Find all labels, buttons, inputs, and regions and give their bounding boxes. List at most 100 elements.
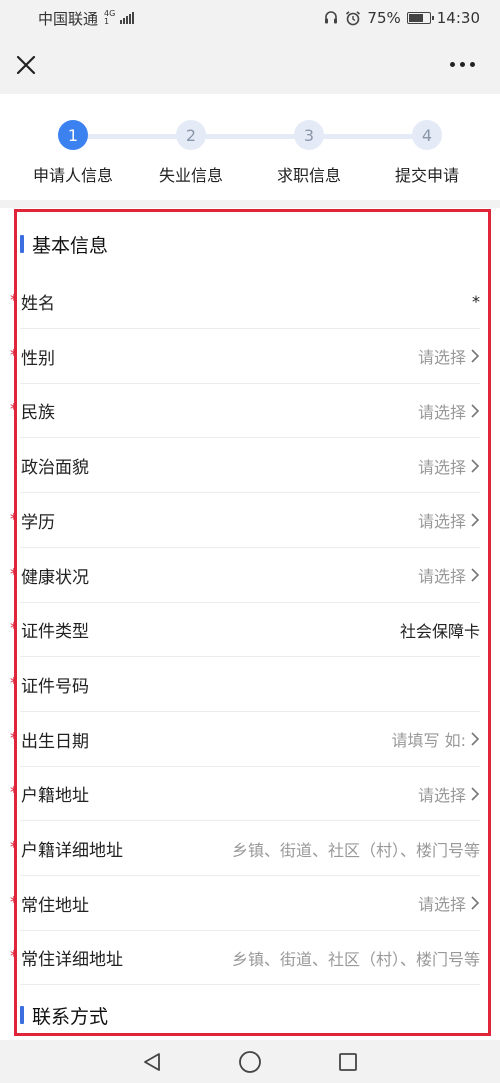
form-row[interactable]: * 姓名 * bbox=[0, 274, 500, 329]
chevron-right-icon bbox=[471, 404, 480, 418]
step-label: 失业信息 bbox=[158, 166, 223, 185]
section-marker bbox=[20, 1006, 24, 1024]
field-value-text: 请选择 bbox=[417, 785, 466, 805]
battery-level bbox=[408, 14, 424, 22]
field-value-text: 乡镇、街道、社区（村）、楼门号等 bbox=[231, 840, 480, 860]
field-value[interactable]: * bbox=[472, 292, 480, 311]
close-icon bbox=[16, 55, 36, 75]
form-row[interactable]: * 证件类型 社会保障卡 bbox=[0, 602, 500, 658]
network-type-bottom: 1 bbox=[104, 17, 110, 26]
field-label: 证件类型 bbox=[21, 622, 89, 643]
form-row[interactable]: * 学历 请选择 bbox=[0, 493, 500, 548]
form-row[interactable]: * 证件号码 bbox=[0, 657, 500, 712]
step-label: 求职信息 bbox=[276, 166, 341, 185]
form-row[interactable]: * 常住详细地址 乡镇、街道、社区（村）、楼门号等 bbox=[0, 930, 500, 986]
step-label: 申请人信息 bbox=[32, 166, 113, 185]
field-value[interactable]: 请选择 bbox=[418, 399, 480, 423]
recent-apps-button[interactable] bbox=[334, 1048, 362, 1076]
field-value[interactable]: 请选择 bbox=[418, 454, 480, 478]
signal-icon bbox=[120, 12, 135, 24]
field-value-text: * bbox=[472, 292, 480, 311]
home-circle-icon bbox=[239, 1050, 261, 1073]
required-mark: * bbox=[10, 783, 18, 802]
form-row[interactable]: * 常住地址 请选择 bbox=[0, 876, 500, 931]
battery-percent: 75% bbox=[367, 9, 401, 27]
field-label: 政治面貌 bbox=[21, 458, 89, 479]
step-number: 4 bbox=[412, 120, 442, 150]
form-row[interactable]: * 户籍地址 请选择 bbox=[0, 766, 500, 822]
field-value[interactable]: 请选择 bbox=[418, 563, 480, 587]
close-button[interactable] bbox=[10, 49, 42, 81]
required-mark: * bbox=[10, 564, 18, 583]
required-mark: * bbox=[10, 892, 18, 911]
section-title: 联系方式 bbox=[32, 1005, 109, 1028]
alarm-icon bbox=[346, 11, 361, 26]
required-mark: * bbox=[10, 838, 18, 856]
back-button[interactable] bbox=[138, 1048, 166, 1076]
chevron-right-icon bbox=[471, 732, 480, 746]
network-type: 4G 1 bbox=[104, 10, 115, 26]
step-number: 2 bbox=[176, 120, 206, 150]
chevron-right-icon bbox=[471, 787, 480, 801]
field-value[interactable]: 请选择 bbox=[418, 508, 480, 532]
field-label: 户籍详细地址 bbox=[21, 841, 123, 861]
section-title: 基本信息 bbox=[32, 234, 109, 257]
field-value-text: 请填写 如: bbox=[391, 731, 466, 751]
step-2: 2 失业信息 bbox=[131, 120, 251, 186]
field-value[interactable]: 请填写 如: bbox=[392, 727, 480, 751]
field-label: 学历 bbox=[21, 512, 55, 533]
field-value[interactable]: 乡镇、街道、社区（村）、楼门号等 bbox=[232, 837, 480, 861]
field-label: 民族 bbox=[21, 403, 55, 424]
chevron-right-icon bbox=[471, 349, 480, 363]
field-label: 户籍地址 bbox=[21, 786, 89, 807]
field-value[interactable]: 乡镇、街道、社区（村）、楼门号等 bbox=[232, 946, 480, 970]
form-row[interactable]: 政治面貌 请选择 bbox=[0, 438, 500, 494]
status-left: 中国联通 4G 1 bbox=[38, 8, 135, 29]
form-row[interactable]: * 民族 请选择 bbox=[0, 383, 500, 439]
applicant-form: 基本信息 * 姓名 * * 性别 请选择 * 民族 请选择 政治面貌 请选择 * 学历 请选择 * 健康状况请… bbox=[0, 208, 500, 1040]
form-row[interactable]: * 出生日期 请填写 如: bbox=[0, 712, 500, 767]
field-value[interactable]: 请选择 bbox=[418, 344, 480, 368]
field-value-text: 请选择 bbox=[417, 567, 466, 586]
step-1: 1 申请人信息 bbox=[13, 120, 133, 186]
status-bar: 中国联通 4G 1 75% 14:30 bbox=[0, 0, 500, 36]
more-icon bbox=[460, 61, 465, 67]
field-label: 常住详细地址 bbox=[21, 950, 123, 971]
field-value-text: 请选择 bbox=[417, 895, 466, 915]
battery-icon bbox=[406, 12, 434, 24]
status-right: 75% 14:30 bbox=[323, 9, 480, 27]
field-value-text: 请选择 bbox=[417, 402, 466, 422]
more-icon bbox=[450, 61, 455, 67]
chevron-right-icon bbox=[471, 568, 480, 582]
field-value-text: 请选择 bbox=[417, 457, 466, 477]
title-bar bbox=[0, 36, 500, 94]
form-row[interactable]: * 性别 请选择 bbox=[0, 329, 500, 384]
field-label: 健康状况 bbox=[21, 567, 89, 588]
headset-icon bbox=[325, 11, 338, 24]
chevron-right-icon bbox=[471, 459, 480, 473]
recent-square-icon bbox=[339, 1052, 357, 1071]
field-label: 出生日期 bbox=[21, 731, 89, 752]
required-mark: * bbox=[10, 619, 18, 638]
home-button[interactable] bbox=[236, 1048, 264, 1076]
required-mark: * bbox=[10, 673, 18, 692]
field-value[interactable]: 请选择 bbox=[418, 891, 480, 915]
progress-stepper: 1 申请人信息 2 失业信息 3 求职信息 4 提交申请 bbox=[0, 94, 500, 200]
form-row[interactable]: * 健康状况 请选择 bbox=[0, 548, 500, 603]
required-mark: * bbox=[10, 345, 18, 364]
more-button[interactable] bbox=[450, 56, 480, 72]
required-mark: * bbox=[10, 509, 18, 528]
field-label: 证件号码 bbox=[21, 676, 89, 697]
field-value[interactable]: 社会保障卡 bbox=[400, 618, 480, 642]
required-mark: * bbox=[10, 400, 18, 419]
step-label: 提交申请 bbox=[394, 166, 459, 185]
form-row[interactable]: * 户籍详细地址 乡镇、街道、社区（村）、楼门号等 bbox=[0, 821, 500, 876]
field-value[interactable]: 请选择 bbox=[418, 782, 480, 806]
row-divider bbox=[20, 984, 480, 986]
step-number: 1 bbox=[58, 120, 88, 150]
step-3: 3 求职信息 bbox=[249, 120, 369, 186]
required-mark: * bbox=[10, 291, 18, 309]
step-number: 3 bbox=[294, 120, 324, 150]
field-value-text: 社会保障卡 bbox=[399, 621, 480, 641]
back-triangle-icon bbox=[144, 1052, 160, 1071]
